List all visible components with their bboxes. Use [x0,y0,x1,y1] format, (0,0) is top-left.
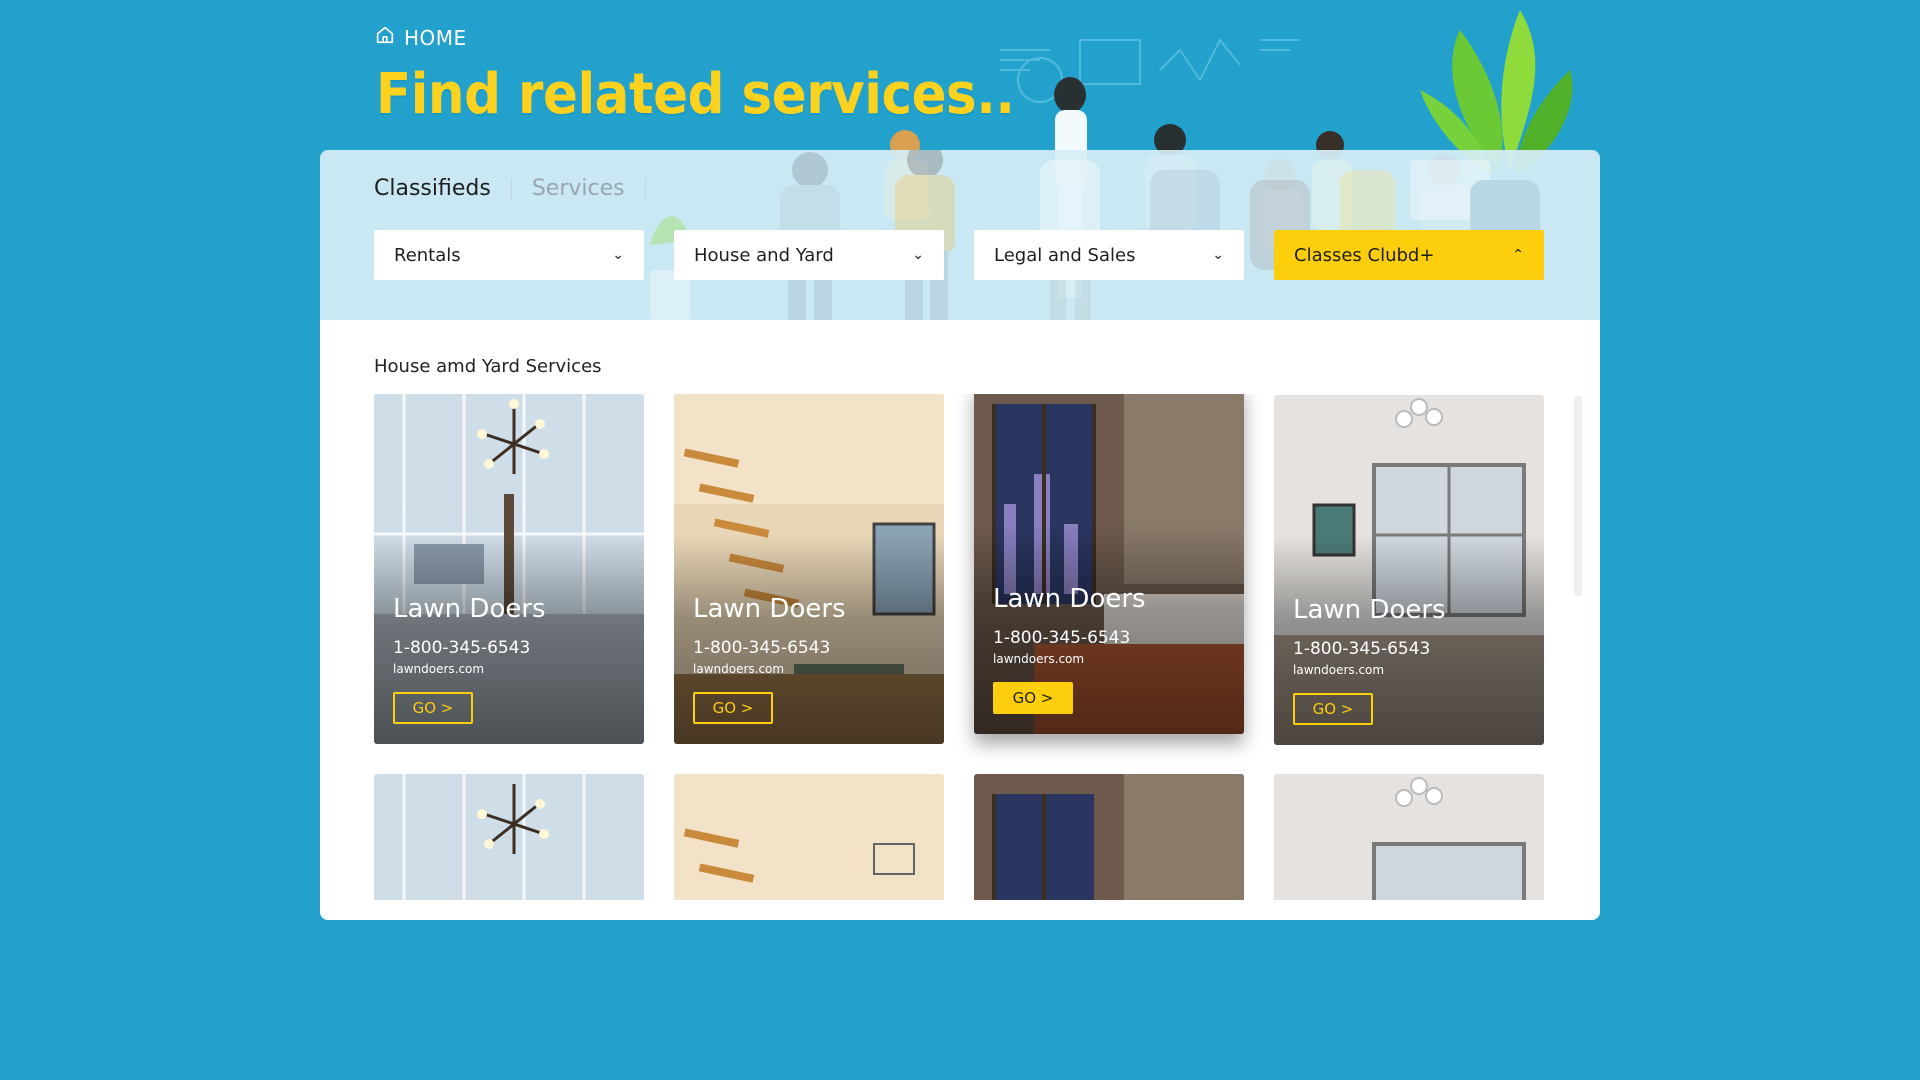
card-title: Lawn Doers [993,584,1146,614]
card-phone: 1-800-345-6543 [993,628,1131,648]
card-website: lawndoers.com [393,662,485,676]
go-button[interactable]: GO > [993,682,1073,714]
category-tabs: Classifieds Services [374,176,646,201]
results-panel: House amd Yard Services Lawn Doers 1-800… [320,320,1600,920]
results-grid[interactable]: Lawn Doers 1-800-345-6543 lawndoers.com … [374,394,1554,900]
card-website: lawndoers.com [1293,663,1385,677]
go-button[interactable]: GO > [393,692,473,724]
room-photo [674,774,944,900]
go-button[interactable]: GO > [1293,693,1373,725]
card-website: lawndoers.com [693,662,785,676]
dropdown-label: Legal and Sales [994,244,1136,266]
card-info: Lawn Doers 1-800-345-6543 lawndoers.com … [393,594,546,724]
page: HOME Find related services.. Classifieds… [0,0,1920,1080]
card-title: Lawn Doers [393,594,546,624]
tab-divider [644,178,646,199]
service-card[interactable] [674,774,944,900]
service-card-highlighted[interactable]: Lawn Doers 1-800-345-6543 lawndoers.com … [974,394,1244,734]
chevron-down-icon: ⌄ [612,247,624,263]
room-photo [374,774,644,900]
room-photo [974,774,1244,900]
filter-dropdowns: Rentals ⌄ House and Yard ⌄ Legal and Sal… [374,230,1544,280]
card-title: Lawn Doers [1293,595,1446,625]
go-button[interactable]: GO > [693,692,773,724]
house-and-yard-dropdown[interactable]: House and Yard ⌄ [674,230,944,280]
home-icon [374,24,396,51]
card-info: Lawn Doers 1-800-345-6543 lawndoers.com … [993,584,1146,714]
room-photo [1274,774,1544,900]
chevron-up-icon: ⌃ [1512,247,1524,263]
service-card[interactable] [374,774,644,900]
dropdown-label: Rentals [394,244,461,266]
filter-panel: Classifieds Services Rentals ⌄ House and… [320,150,1600,320]
page-title: Find related services.. [376,62,1015,127]
tab-classifieds[interactable]: Classifieds [374,176,511,201]
card-phone: 1-800-345-6543 [1293,639,1431,659]
legal-and-sales-dropdown[interactable]: Legal and Sales ⌄ [974,230,1244,280]
card-info: Lawn Doers 1-800-345-6543 lawndoers.com … [693,594,846,724]
rentals-dropdown[interactable]: Rentals ⌄ [374,230,644,280]
service-card[interactable] [1274,774,1544,900]
card-info: Lawn Doers 1-800-345-6543 lawndoers.com … [1293,595,1446,725]
chevron-down-icon: ⌄ [1212,247,1224,263]
dropdown-label: House and Yard [694,244,834,266]
breadcrumb-home-label[interactable]: HOME [404,26,467,50]
results-scrollbar[interactable] [1574,396,1582,596]
dropdown-label: Classes Clubd+ [1294,244,1435,266]
tab-services[interactable]: Services [512,176,645,201]
breadcrumb[interactable]: HOME [374,24,467,51]
classes-clubs-dropdown[interactable]: Classes Clubd+ ⌃ [1274,230,1544,280]
service-card[interactable]: Lawn Doers 1-800-345-6543 lawndoers.com … [674,394,944,744]
card-title: Lawn Doers [693,594,846,624]
chevron-down-icon: ⌄ [912,247,924,263]
section-title: House amd Yard Services [374,356,602,377]
service-card[interactable]: Lawn Doers 1-800-345-6543 lawndoers.com … [374,394,644,744]
card-phone: 1-800-345-6543 [693,638,831,658]
card-website: lawndoers.com [993,652,1085,666]
card-phone: 1-800-345-6543 [393,638,531,658]
service-card[interactable]: Lawn Doers 1-800-345-6543 lawndoers.com … [1274,395,1544,745]
service-card[interactable] [974,774,1244,900]
